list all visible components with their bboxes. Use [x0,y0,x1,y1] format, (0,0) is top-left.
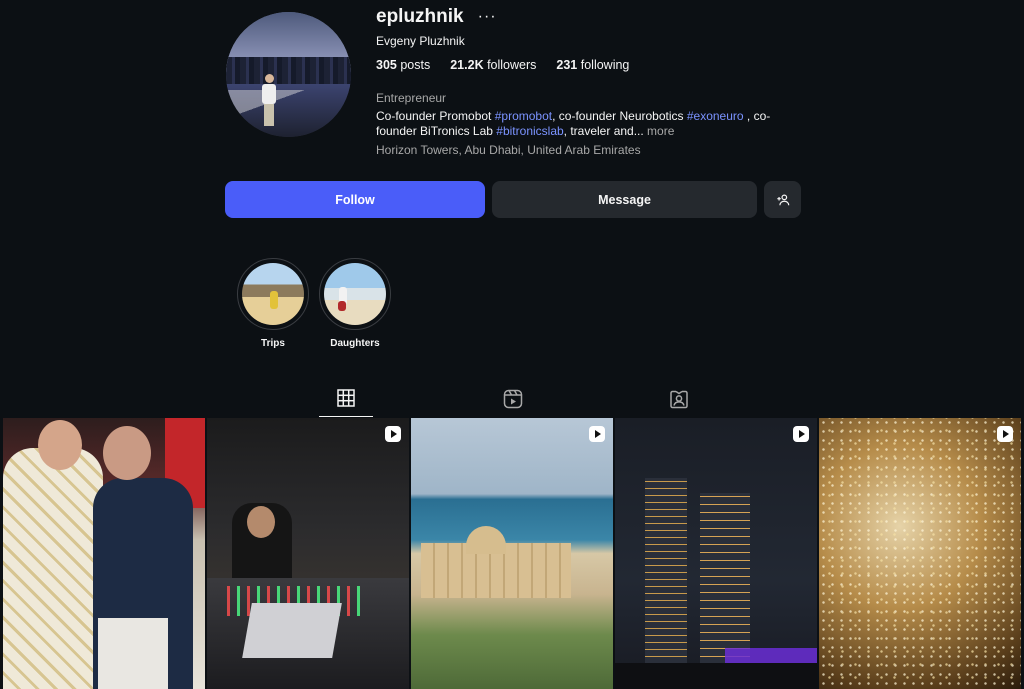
profile-location: Horizon Towers, Abu Dhabi, United Arab E… [376,143,641,157]
highlight-cover [324,263,386,325]
grid-icon [337,389,355,407]
profile-category: Entrepreneur [376,91,447,105]
reel-icon [793,426,809,442]
highlight-daughters[interactable]: Daughters [319,258,391,349]
profile-tabs [0,380,1024,417]
post-tile[interactable] [207,418,409,689]
avatar-railing [226,90,351,137]
avatar-skyline [226,57,351,85]
hashtag-link[interactable]: #exoneuro [687,109,744,123]
tagged-icon [670,390,688,408]
full-name: Evgeny Pluzhnik [376,34,465,48]
post-tile[interactable] [615,418,817,689]
username: epluzhnik [376,6,464,27]
post-tile[interactable] [411,418,613,689]
profile-avatar[interactable] [226,12,351,137]
avatar-person [262,74,276,126]
reel-icon [997,426,1013,442]
tab-tagged[interactable] [652,380,706,417]
reels-icon [503,389,523,408]
tab-posts[interactable] [319,380,373,417]
following-stat[interactable]: 231 following [556,58,629,72]
reel-icon [589,426,605,442]
post-tile[interactable] [3,418,205,689]
post-tile[interactable] [819,418,1021,689]
highlight-ring [237,258,309,330]
highlight-trips[interactable]: Trips [237,258,309,349]
posts-grid [3,418,1021,689]
hashtag-link[interactable]: #promobot [495,109,552,123]
bio-more-link[interactable]: more [644,124,674,138]
highlight-ring [319,258,391,330]
profile-bio: Co-founder Promobot #promobot, co-founde… [376,109,771,138]
tab-reels[interactable] [486,380,540,417]
hashtag-link[interactable]: #bitronicslab [496,124,563,138]
message-button[interactable]: Message [492,181,757,218]
highlight-label: Trips [261,338,285,349]
reel-icon [385,426,401,442]
followers-stat[interactable]: 21.2K followers [450,58,536,72]
username-row: epluzhnik ··· [376,6,497,28]
highlight-label: Daughters [330,338,380,349]
highlight-cover [242,263,304,325]
profile-stats: 305 posts 21.2K followers 231 following [376,58,629,72]
follow-button[interactable]: Follow [225,181,485,218]
posts-stat: 305 posts [376,58,431,72]
add-user-icon [776,193,789,205]
suggested-users-button[interactable] [764,181,801,218]
more-options-icon[interactable]: ··· [478,8,497,26]
